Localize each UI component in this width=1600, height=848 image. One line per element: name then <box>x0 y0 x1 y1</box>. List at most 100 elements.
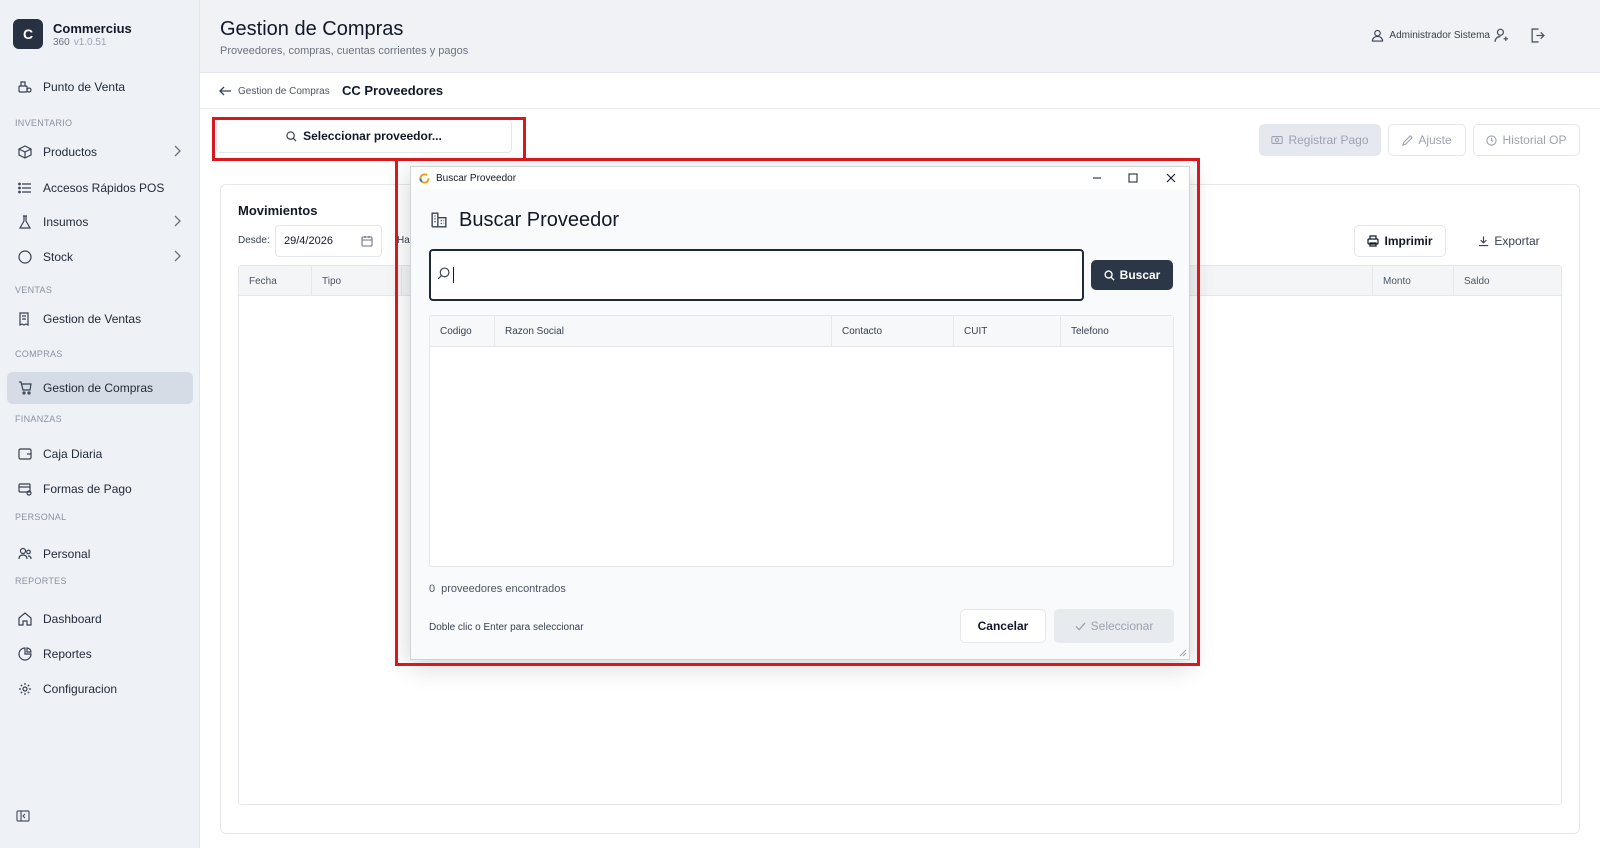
page-header: Gestion de Compras Proveedores, compras,… <box>200 0 1600 73</box>
col-fecha[interactable]: Fecha <box>239 266 312 296</box>
wallet-icon <box>17 446 33 462</box>
dialog-title: Buscar Proveedor <box>459 209 620 231</box>
cart-icon <box>17 380 33 396</box>
sidebar-item-gestion-ventas[interactable]: Gestion de Ventas <box>7 303 193 335</box>
dialog-titlebar[interactable]: Buscar Proveedor <box>411 167 1189 189</box>
imprimir-label: Imprimir <box>1384 234 1433 248</box>
sidebar-item-caja-diaria[interactable]: Caja Diaria <box>7 438 193 470</box>
sidebar-item-dashboard[interactable]: Dashboard <box>7 603 193 635</box>
sidebar-item-productos[interactable]: Productos <box>7 136 193 168</box>
provider-search-input[interactable] <box>429 249 1084 301</box>
col-razon-social[interactable]: Razon Social <box>495 316 832 347</box>
sidebar-collapse-icon[interactable] <box>16 810 32 824</box>
switch-user-icon[interactable] <box>1494 28 1510 44</box>
pos-icon <box>17 79 33 95</box>
section-reportes: REPORTES <box>15 576 67 586</box>
historial-op-button[interactable]: Historial OP <box>1473 124 1580 156</box>
download-icon <box>1478 235 1489 247</box>
app-icon <box>419 172 430 184</box>
results-count-number: 0 <box>429 583 436 595</box>
desde-date-input[interactable]: 29/4/2026 <box>275 225 382 257</box>
section-inventario: INVENTARIO <box>15 118 73 128</box>
page-subtitle: Proveedores, compras, cuentas corrientes… <box>220 45 469 57</box>
selection-hint: Doble clic o Enter para seleccionar <box>429 622 584 633</box>
maximize-icon[interactable] <box>1125 170 1141 186</box>
results-count: 0 proveedores encontrados <box>429 583 566 595</box>
minimize-icon[interactable] <box>1089 170 1105 186</box>
sidebar-item-label: Productos <box>43 145 98 159</box>
col-saldo[interactable]: Saldo <box>1454 266 1563 296</box>
user-menu[interactable]: Administrador Sistema <box>1371 29 1490 42</box>
sidebar-item-stock[interactable]: Stock <box>7 241 193 273</box>
sidebar-item-formas-pago[interactable]: Formas de Pago <box>7 473 193 505</box>
brand-logo: C <box>13 19 43 49</box>
back-arrow-icon[interactable] <box>218 84 232 98</box>
sidebar-item-gestion-compras[interactable]: Gestion de Compras <box>7 372 193 404</box>
chevron-right-icon <box>173 250 181 262</box>
section-ventas: VENTAS <box>15 285 53 295</box>
historial-op-label: Historial OP <box>1502 133 1567 147</box>
breadcrumb-current: CC Proveedores <box>342 83 444 98</box>
exportar-button[interactable]: Exportar <box>1461 225 1557 257</box>
sidebar-item-punto-de-venta[interactable]: Punto de Venta <box>7 71 193 103</box>
search-icon <box>437 267 450 280</box>
sidebar-item-personal[interactable]: Personal <box>7 538 193 570</box>
col-tipo[interactable]: Tipo <box>312 266 402 296</box>
sidebar-item-accesos-rapidos[interactable]: Accesos Rápidos POS <box>7 172 193 204</box>
pencil-icon <box>1402 134 1414 146</box>
home-icon <box>17 611 33 627</box>
buscar-proveedor-dialog: Buscar Proveedor Buscar Proveedor Buscar… <box>410 166 1190 660</box>
sidebar-item-label: Gestion de Compras <box>43 381 154 395</box>
user-icon <box>1371 29 1384 42</box>
ajuste-button[interactable]: Ajuste <box>1388 124 1466 156</box>
seleccionar-label: Seleccionar <box>1090 619 1154 633</box>
registrar-pago-button[interactable]: Registrar Pago <box>1259 124 1381 156</box>
users-icon <box>17 546 33 562</box>
dialog-header: Buscar Proveedor <box>431 209 619 232</box>
col-telefono[interactable]: Telefono <box>1061 316 1173 347</box>
printer-icon <box>1367 235 1380 247</box>
col-contacto[interactable]: Contacto <box>832 316 954 347</box>
exportar-label: Exportar <box>1494 234 1540 248</box>
table-header: Codigo Razon Social Contacto CUIT Telefo… <box>430 316 1173 347</box>
history-icon <box>1486 134 1498 146</box>
col-codigo[interactable]: Codigo <box>430 316 495 347</box>
sidebar-item-label: Configuracion <box>43 682 118 696</box>
logout-icon[interactable] <box>1530 28 1546 44</box>
sidebar-item-label: Reportes <box>43 647 92 661</box>
buscar-button[interactable]: Buscar <box>1091 260 1173 290</box>
sidebar-item-label: Insumos <box>43 215 89 229</box>
sidebar-item-label: Gestion de Ventas <box>43 312 142 326</box>
list-icon <box>17 180 33 196</box>
registrar-pago-label: Registrar Pago <box>1288 133 1369 147</box>
imprimir-button[interactable]: Imprimir <box>1354 225 1446 257</box>
provider-select-button[interactable]: Seleccionar proveedor... <box>216 119 512 153</box>
col-monto[interactable]: Monto <box>1372 266 1454 296</box>
desde-label: Desde: <box>238 235 270 246</box>
brand: C Commercius 360 v1.0.51 <box>13 19 132 49</box>
brand-edition: 360 <box>53 36 70 48</box>
sidebar-item-configuracion[interactable]: Configuracion <box>7 673 193 705</box>
resize-grip-icon[interactable] <box>1179 649 1187 657</box>
sidebar-item-insumos[interactable]: Insumos <box>7 206 193 238</box>
seleccionar-button[interactable]: Seleccionar <box>1054 609 1174 643</box>
breadcrumb-parent[interactable]: Gestion de Compras <box>238 86 330 97</box>
brand-name: Commercius <box>53 20 132 36</box>
col-cuit[interactable]: CUIT <box>954 316 1061 347</box>
provider-select-label: Seleccionar proveedor... <box>303 129 442 143</box>
sidebar-item-label: Formas de Pago <box>43 482 132 496</box>
breadcrumb: Gestion de Compras CC Proveedores <box>200 73 1600 109</box>
close-icon[interactable] <box>1163 170 1179 186</box>
brand-version: 360 v1.0.51 <box>53 37 132 48</box>
sidebar-item-reportes[interactable]: Reportes <box>7 638 193 670</box>
desde-date-value: 29/4/2026 <box>284 235 333 247</box>
card-icon <box>17 481 33 497</box>
dialog-window-title: Buscar Proveedor <box>436 172 517 184</box>
flask-icon <box>17 214 33 230</box>
cancelar-button[interactable]: Cancelar <box>960 609 1046 643</box>
building-icon <box>431 211 449 230</box>
sidebar-item-label: Accesos Rápidos POS <box>43 181 165 195</box>
sidebar: C Commercius 360 v1.0.51 Punto de Venta I… <box>0 0 200 848</box>
sidebar-item-label: Caja Diaria <box>43 447 103 461</box>
calendar-icon[interactable] <box>361 235 373 247</box>
